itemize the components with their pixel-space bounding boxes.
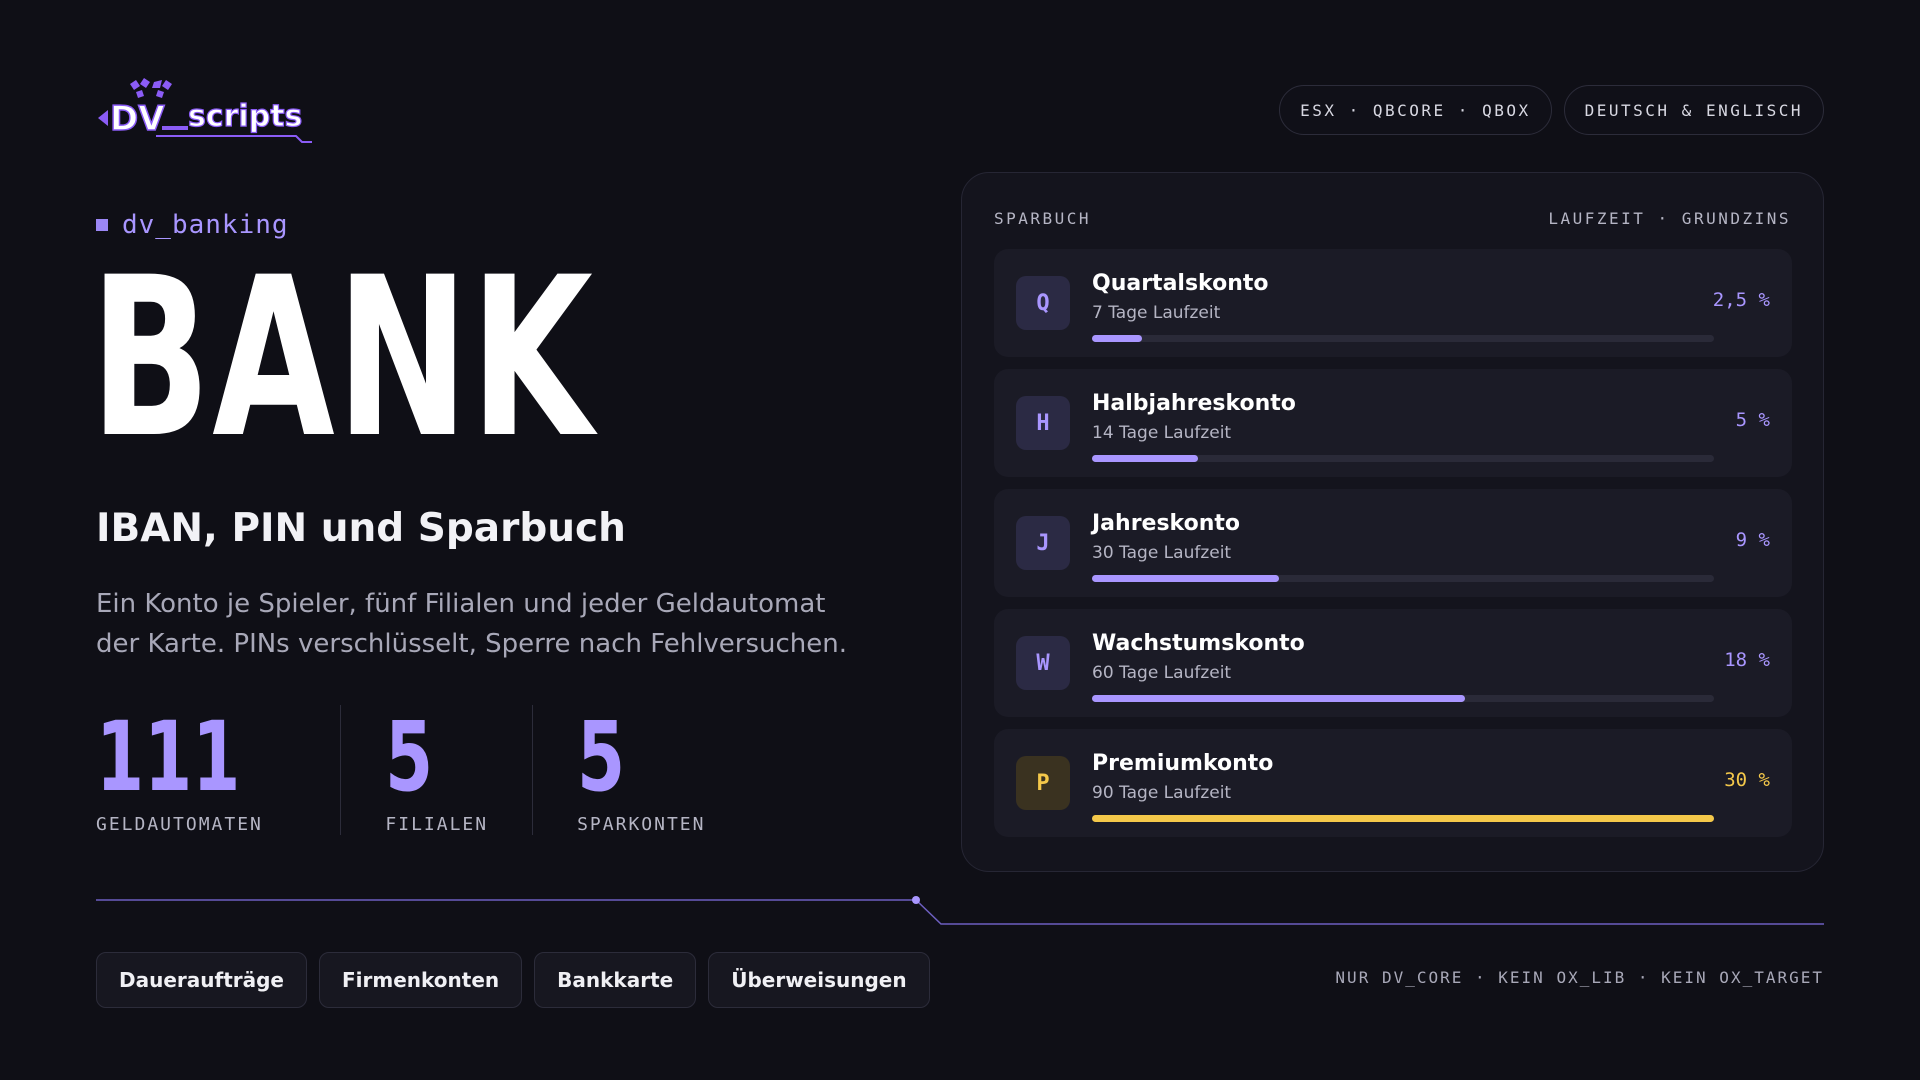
account-rate: 2,5 % [1712, 289, 1770, 311]
page-description: Ein Konto je Spieler, fünf Filialen und … [96, 589, 848, 659]
account-term: 30 Tage Laufzeit [1092, 543, 1232, 563]
sparbuch-card: SPARBUCH LAUFZEIT · GRUNDZINS Q Quartals… [961, 172, 1824, 872]
account-badge: W [1016, 636, 1070, 690]
svg-text:scripts: scripts [188, 99, 302, 134]
stat-value: 5 [385, 701, 434, 813]
frameworks-pill: ESX · QBCORE · QBOX [1279, 85, 1552, 135]
feature-chip-bankkarte[interactable]: Bankkarte [534, 952, 697, 1008]
savings-row-quartalskonto: Q Quartalskonto 7 Tage Laufzeit 2,5 % [994, 249, 1792, 357]
sparbuch-heading: SPARBUCH [994, 209, 1092, 228]
account-badge: J [1016, 516, 1070, 570]
term-bar-fill [1092, 575, 1279, 582]
term-bar [1092, 695, 1714, 702]
savings-row-premiumkonto: P Premiumkonto 90 Tage Laufzeit 30 % [994, 729, 1792, 837]
account-rate: 18 % [1724, 649, 1770, 671]
languages-pill: DEUTSCH & ENGLISCH [1563, 85, 1824, 135]
stat-value: 5 [577, 701, 626, 813]
svg-text:DV: DV [110, 99, 165, 139]
stat-branches: 5 FILIALEN [340, 705, 532, 835]
stats-row: 111 GELDAUTOMATEN 5 FILIALEN 5 SPARKONTE… [96, 705, 749, 835]
account-badge: P [1016, 756, 1070, 810]
term-bar [1092, 455, 1714, 462]
stat-label: SPARKONTEN [577, 814, 706, 835]
account-name: Wachstumskonto [1092, 631, 1305, 656]
account-rate: 9 % [1735, 529, 1770, 551]
savings-row-halbjahreskonto: H Halbjahreskonto 14 Tage Laufzeit 5 % [994, 369, 1792, 477]
feature-chip-dauerauftraege[interactable]: Daueraufträge [96, 952, 307, 1008]
section-divider [96, 896, 1824, 925]
term-bar [1092, 335, 1714, 342]
account-badge: H [1016, 396, 1070, 450]
account-term: 7 Tage Laufzeit [1092, 303, 1221, 323]
term-bar-fill [1092, 455, 1198, 462]
term-bar [1092, 575, 1714, 582]
account-term: 14 Tage Laufzeit [1092, 423, 1232, 443]
stat-savings-accounts: 5 SPARKONTEN [532, 705, 749, 835]
stat-label: FILIALEN [385, 814, 489, 835]
account-name: Premiumkonto [1092, 751, 1274, 776]
account-rate: 5 % [1735, 409, 1770, 431]
stat-value: 111 [96, 701, 241, 813]
stat-label: GELDAUTOMATEN [96, 814, 263, 835]
account-name: Jahreskonto [1092, 511, 1241, 536]
account-name: Halbjahreskonto [1092, 391, 1296, 416]
term-bar-fill [1092, 335, 1142, 342]
term-bar [1092, 815, 1714, 822]
dv-scripts-logo: DV scripts [96, 76, 326, 150]
page-subtitle: IBAN, PIN und Sparbuch [96, 506, 626, 551]
account-term: 90 Tage Laufzeit [1092, 783, 1232, 803]
savings-row-wachstumskonto: W Wachstumskonto 60 Tage Laufzeit 18 % [994, 609, 1792, 717]
feature-chip-ueberweisungen[interactable]: Überweisungen [708, 952, 930, 1008]
account-badge: Q [1016, 276, 1070, 330]
term-bar-fill [1092, 815, 1714, 822]
term-bar-fill [1092, 695, 1466, 702]
feature-chip-firmenkonten[interactable]: Firmenkonten [319, 952, 523, 1008]
account-rate: 30 % [1724, 769, 1770, 791]
savings-row-jahreskonto: J Jahreskonto 30 Tage Laufzeit 9 % [994, 489, 1792, 597]
account-name: Quartalskonto [1092, 271, 1269, 296]
dependency-note: NUR DV_CORE · KEIN OX_LIB · KEIN OX_TARG… [1335, 968, 1824, 987]
stat-atms: 111 GELDAUTOMATEN [96, 705, 340, 835]
sparbuch-columns: LAUFZEIT · GRUNDZINS [1548, 209, 1791, 228]
account-term: 60 Tage Laufzeit [1092, 663, 1232, 683]
page-title: BANK [90, 230, 595, 486]
